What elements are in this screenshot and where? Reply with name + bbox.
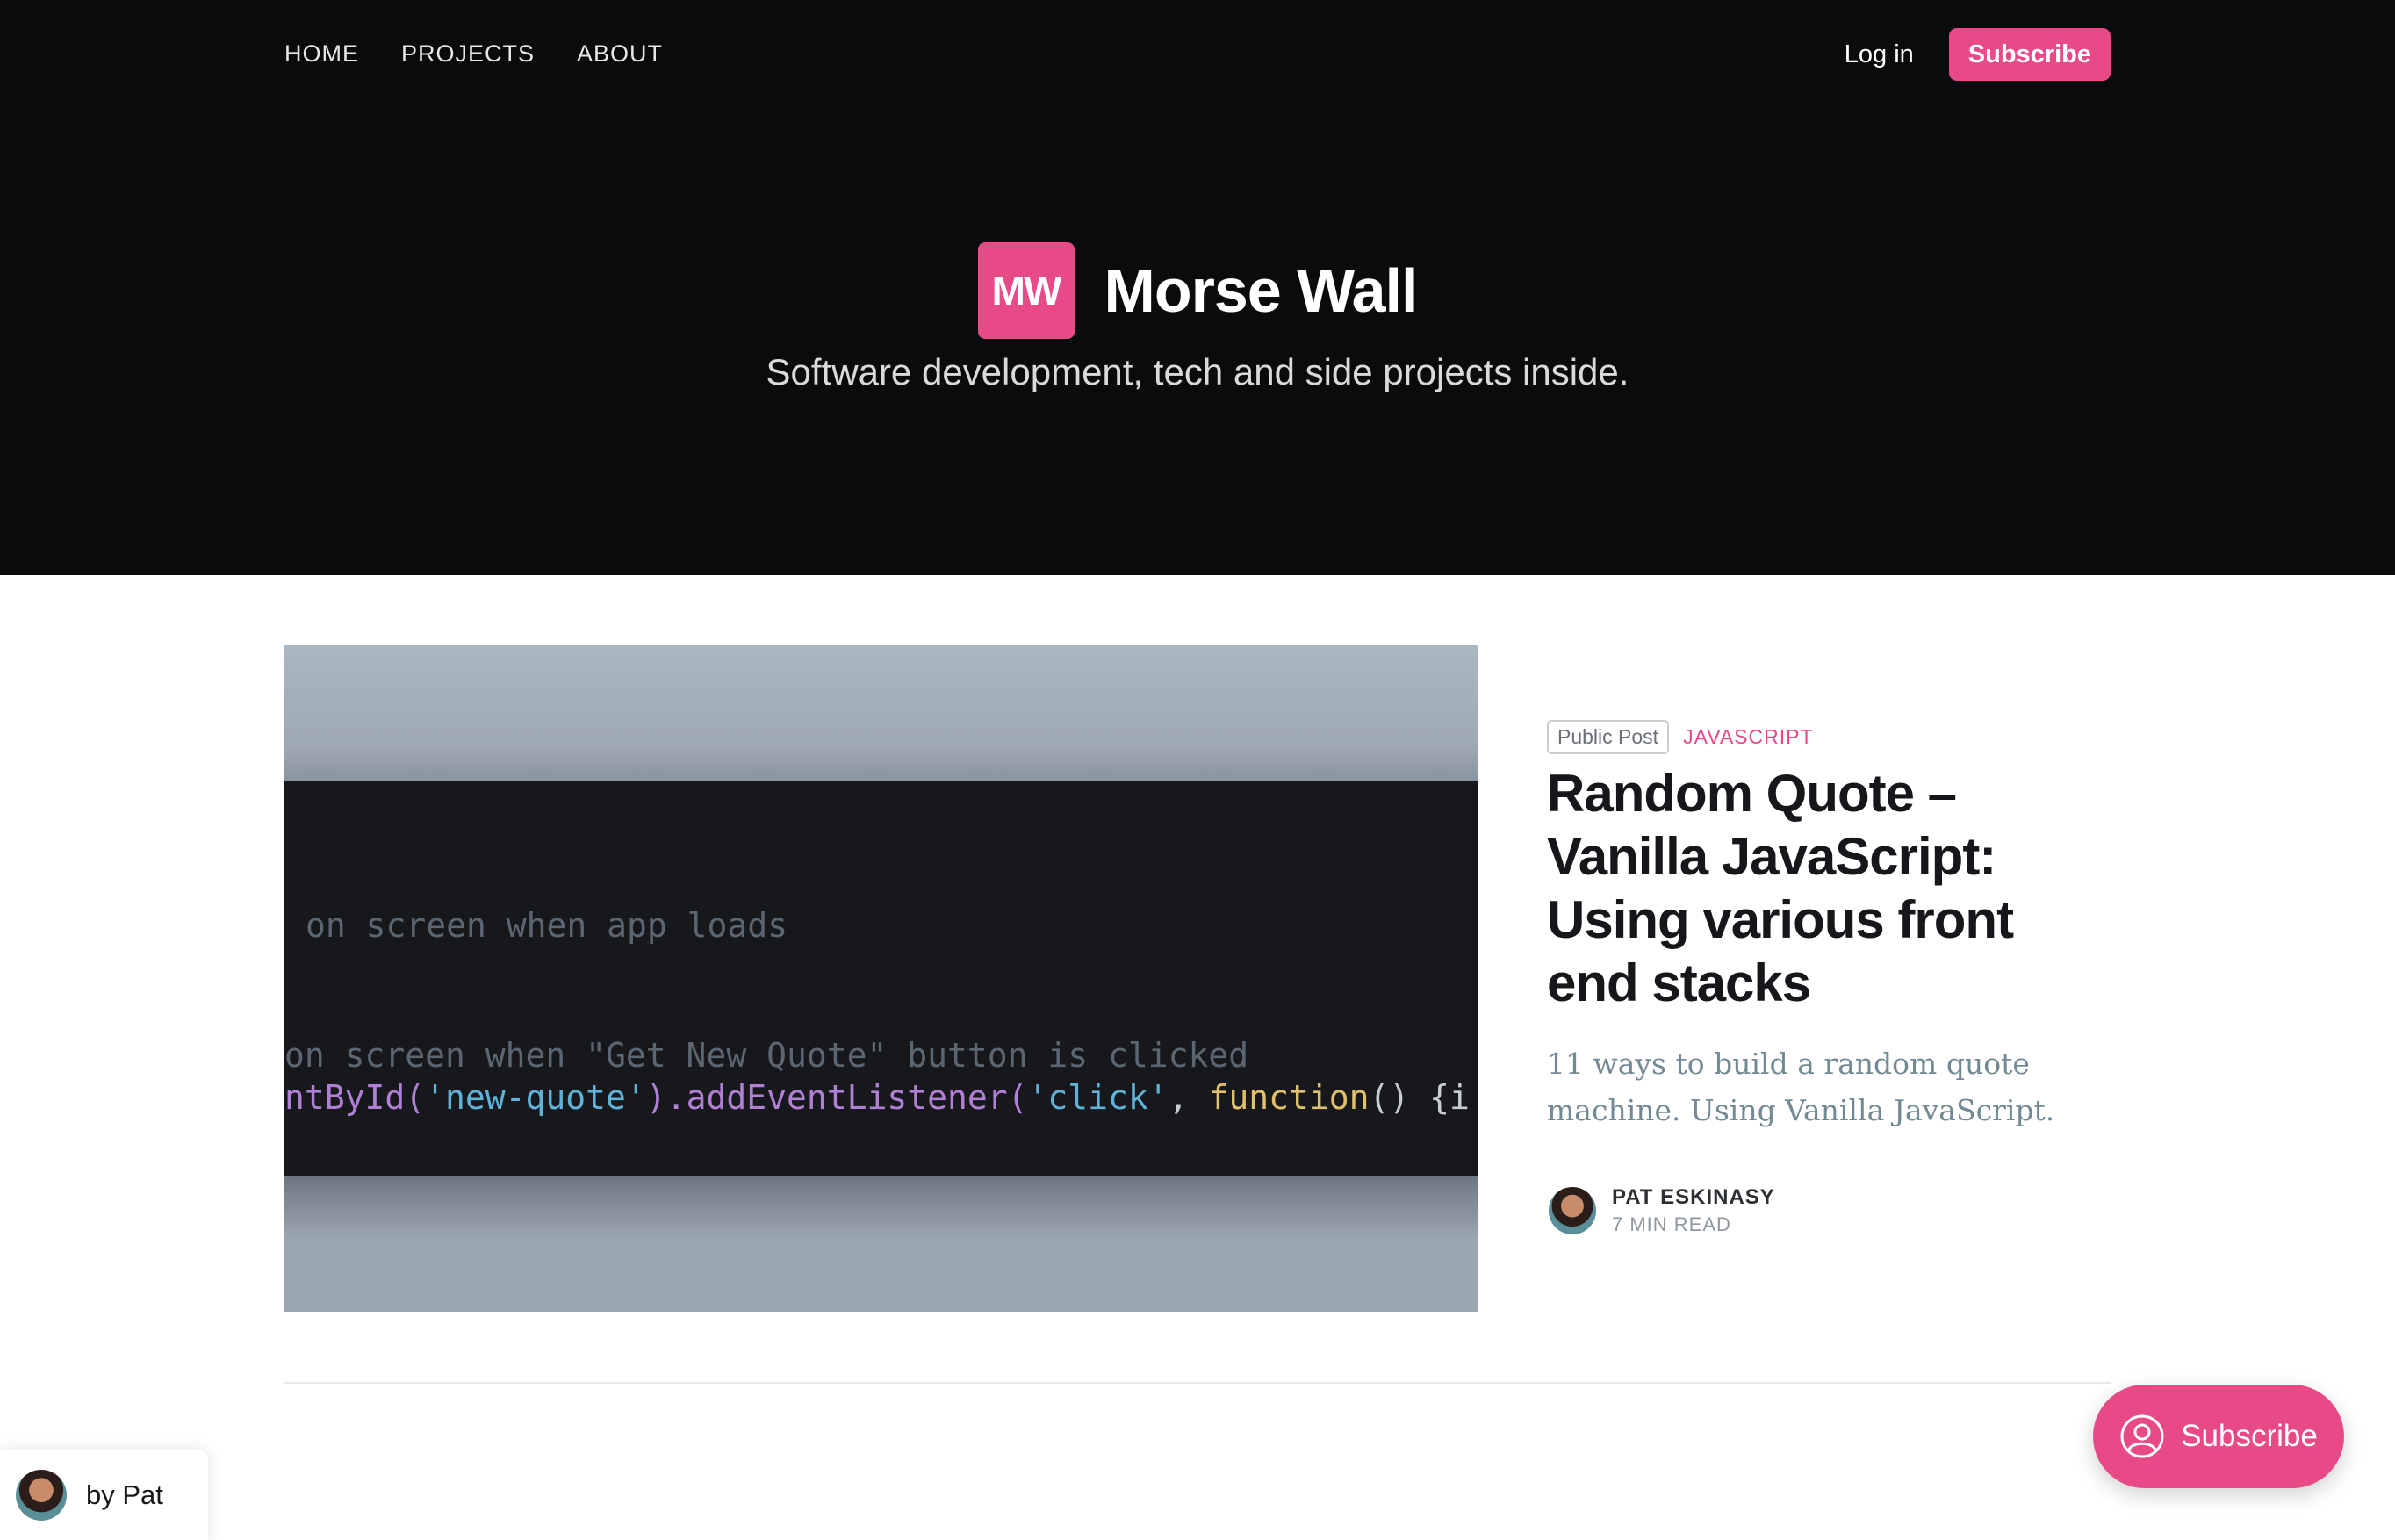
featured-post-image[interactable]: on screen when app loads on screen when … [284,645,1478,1312]
nav-about-link[interactable]: ABOUT [577,40,663,68]
code-token-end: () {i [1369,1078,1470,1117]
visibility-badge: Public Post [1547,720,1670,754]
post-meta: Public Post JAVASCRIPT [1547,720,1814,754]
code-token-sep: , [1168,1078,1209,1117]
post-author: PAT ESKINASY 7 MIN READ [1547,1185,1775,1236]
site-brand[interactable]: MW Morse Wall [0,242,2395,339]
site-title[interactable]: Morse Wall [1104,255,1419,326]
code-comment-line-2: on screen when "Get New Quote" button is… [284,1036,1249,1075]
code-statement-line: ntById('new-quote').addEventListener('cl… [284,1078,1470,1117]
post-tag[interactable]: JAVASCRIPT [1683,725,1813,749]
author-info: PAT ESKINASY 7 MIN READ [1612,1185,1775,1236]
post-title[interactable]: Random Quote – Vanilla JavaScript: Using… [1547,762,2091,1015]
site-header: HOME PROJECTS ABOUT Log in Subscribe MW … [0,0,2395,575]
user-circle-icon [2120,1414,2164,1458]
author-name[interactable]: PAT ESKINASY [1612,1185,1775,1210]
image-fade-top [284,746,1478,781]
post-excerpt: 11 ways to build a random quote machine.… [1547,1047,2055,1127]
creator-avatar [16,1470,67,1521]
section-divider [284,1382,2111,1384]
code-token-keyword: function [1208,1078,1370,1117]
portal-subscribe-button[interactable]: Subscribe [2093,1385,2344,1488]
code-screenshot: on screen when app loads on screen when … [284,781,1478,1176]
code-token-str2: 'click' [1027,1078,1169,1117]
nav-home-link[interactable]: HOME [284,40,359,68]
code-token-method: ).addEventListener( [645,1078,1028,1117]
site-tagline: Software development, tech and side proj… [766,351,1629,392]
code-comment-line-1: on screen when app loads [306,906,788,945]
creator-badge[interactable]: by Pat [0,1450,208,1540]
nav-links: HOME PROJECTS ABOUT [284,40,663,68]
image-fade-bottom [284,1176,1478,1237]
portal-subscribe-label: Subscribe [2181,1419,2318,1453]
code-token-str1: 'new-quote' [425,1078,646,1117]
site-logo[interactable]: MW [977,242,1075,339]
nav-projects-link[interactable]: PROJECTS [401,40,535,68]
creator-label: by Pat [86,1479,163,1510]
code-token-fn: ntById( [284,1078,426,1117]
top-nav: HOME PROJECTS ABOUT Log in Subscribe [284,0,2111,112]
author-avatar[interactable] [1547,1185,1598,1236]
subscribe-button[interactable]: Subscribe [1948,28,2111,81]
read-time: 7 MIN READ [1612,1213,1731,1235]
login-link[interactable]: Log in [1845,40,1914,69]
nav-actions: Log in Subscribe [1845,28,2111,81]
